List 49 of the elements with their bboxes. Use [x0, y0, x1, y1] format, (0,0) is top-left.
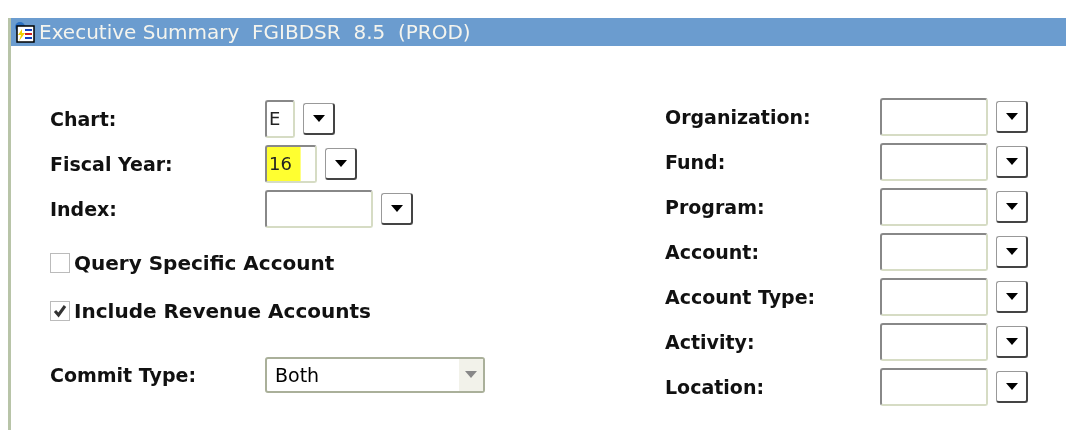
dropdown-button[interactable]: [996, 280, 1028, 313]
input-field[interactable]: [880, 367, 988, 406]
input-field[interactable]: [880, 277, 988, 316]
input-field[interactable]: [880, 322, 988, 361]
checkbox-label: Include Revenue Accounts: [74, 299, 371, 323]
checkbox-label: Query Specific Account: [74, 251, 335, 275]
dropdown-button[interactable]: [996, 325, 1028, 358]
dropdown-button[interactable]: [996, 100, 1028, 133]
form-icon: [13, 21, 35, 43]
down-arrow-icon: [1005, 382, 1018, 390]
field-label: Program:: [665, 195, 766, 218]
input-field[interactable]: [880, 97, 988, 136]
field-label: Fiscal Year:: [50, 152, 174, 175]
field-label: Activity:: [665, 330, 756, 353]
field-label: Fund:: [665, 150, 727, 173]
dropdown-button[interactable]: [996, 235, 1028, 268]
input-field[interactable]: E: [265, 99, 295, 138]
field-label: Account Type:: [665, 285, 817, 308]
down-arrow-icon: [1005, 292, 1018, 300]
field-label: Index:: [50, 197, 118, 220]
checkbox[interactable]: [50, 253, 70, 273]
input-field[interactable]: [880, 142, 988, 181]
down-arrow-icon: [1005, 157, 1018, 165]
field-label: Account:: [665, 240, 761, 263]
down-arrow-icon: [1005, 112, 1018, 120]
dropdown-button[interactable]: [996, 145, 1028, 178]
dropdown-button[interactable]: [996, 370, 1028, 403]
down-arrow-icon: [1005, 337, 1018, 345]
down-arrow-icon: [312, 114, 325, 122]
down-arrow-icon: [390, 204, 403, 212]
field-label: Location:: [665, 375, 766, 398]
commit-type-dropdown[interactable]: Both: [265, 356, 485, 393]
field-label: Commit Type:: [50, 363, 197, 386]
input-field[interactable]: 16: [265, 144, 317, 183]
dropdown-button[interactable]: [381, 192, 413, 225]
down-arrow-icon: [1005, 202, 1018, 210]
input-field[interactable]: [265, 189, 373, 228]
down-arrow-icon: [465, 371, 477, 378]
checkbox[interactable]: [50, 301, 70, 321]
field-label: Organization:: [665, 105, 812, 128]
dropdown-button[interactable]: [996, 190, 1028, 223]
input-field[interactable]: [880, 187, 988, 226]
field-label: Chart:: [50, 107, 118, 130]
dropdown-button[interactable]: [303, 102, 335, 135]
window-title: Executive Summary FGIBDSR 8.5 (PROD): [39, 20, 471, 44]
dropdown-button[interactable]: [325, 147, 357, 180]
input-field[interactable]: [880, 232, 988, 271]
down-arrow-icon: [1005, 247, 1018, 255]
down-arrow-icon: [334, 159, 347, 167]
